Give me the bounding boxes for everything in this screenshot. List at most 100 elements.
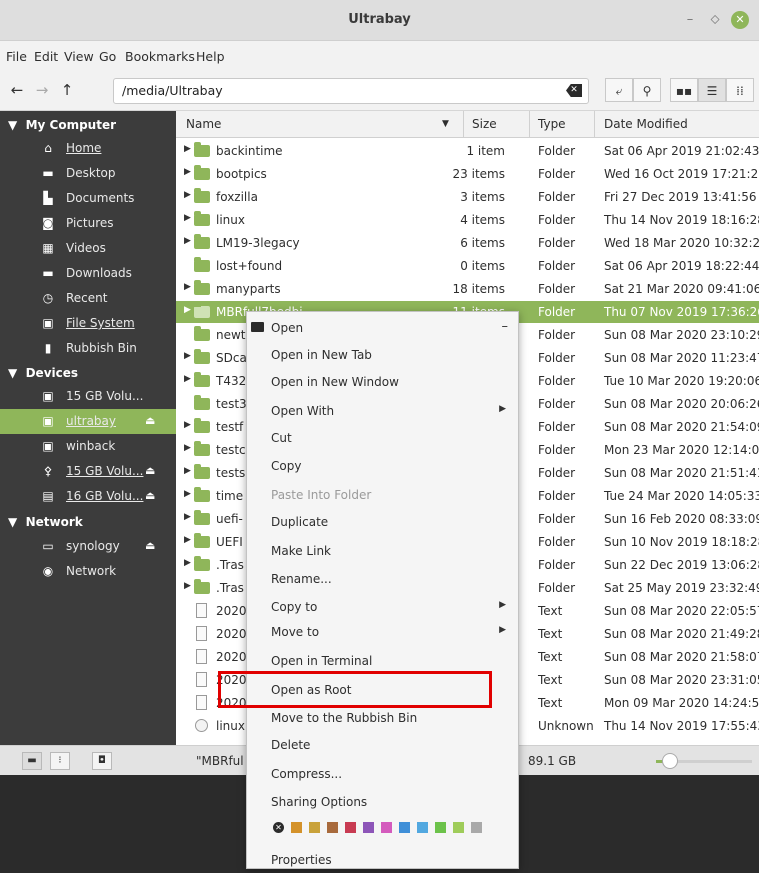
expander-icon[interactable]: ▶	[184, 581, 191, 591]
expander-icon[interactable]: ▶	[184, 351, 191, 361]
sidebar-item-pictures[interactable]: ◙ Pictures	[0, 211, 176, 236]
forward-button[interactable]: →	[31, 79, 53, 101]
color-swatch[interactable]	[309, 822, 320, 833]
table-row[interactable]: ▶ backintime 1 item Folder Sat 06 Apr 2019 2…	[176, 140, 759, 162]
menu-item-properties[interactable]: Properties	[247, 847, 518, 873]
color-swatch[interactable]	[291, 822, 302, 833]
sidebar-item-volume-16gb[interactable]: ▤ 16 GB Volu... ⏏	[0, 484, 176, 509]
sidebar-item-usb-volume-15gb[interactable]: ⚴ 15 GB Volu... ⏏	[0, 459, 176, 484]
column-name[interactable]: Name	[186, 117, 221, 131]
expander-icon[interactable]: ▶	[184, 236, 191, 246]
color-swatch[interactable]	[345, 822, 356, 833]
toggle-location-button[interactable]: ⤶	[605, 78, 633, 102]
color-swatch[interactable]	[453, 822, 464, 833]
icon-view-button[interactable]: ▪▪	[670, 78, 698, 102]
menu-help[interactable]: Help	[196, 49, 225, 64]
eject-icon[interactable]: ⏏	[145, 414, 155, 427]
menu-view[interactable]: View	[64, 49, 94, 64]
title-bar[interactable]: Ultrabay – ⬦ ✕	[0, 0, 759, 41]
column-type[interactable]: Type	[538, 117, 566, 131]
menu-item-open-with[interactable]: Open With ▶	[247, 398, 518, 424]
table-row[interactable]: ▶ manyparts 18 items Folder Sat 21 Mar 2020 …	[176, 278, 759, 300]
table-row[interactable]: ▶ linux 4 items Folder Thu 14 Nov 2019 18:16…	[176, 209, 759, 231]
clear-location-icon[interactable]: ✕	[566, 84, 582, 97]
sidebar-item-downloads[interactable]: ▬ Downloads	[0, 261, 176, 286]
menu-edit[interactable]: Edit	[34, 49, 58, 64]
menu-item-rename[interactable]: Rename...	[247, 566, 518, 592]
sidebar-item-synology[interactable]: ▭ synology ⏏	[0, 534, 176, 559]
minimize-button[interactable]: –	[681, 11, 699, 29]
menu-item-delete[interactable]: Delete	[247, 732, 518, 758]
table-row[interactable]: ▶ bootpics 23 items Folder Wed 16 Oct 2019 1…	[176, 163, 759, 185]
menu-item-open[interactable]: Open –	[247, 315, 518, 341]
column-date-modified[interactable]: Date Modified	[604, 117, 688, 131]
menu-item-open-new-tab[interactable]: Open in New Tab	[247, 342, 518, 368]
sidebar-item-volume-15gb[interactable]: ▣ 15 GB Volu...	[0, 384, 176, 409]
menu-item-copy-to[interactable]: Copy to ▶	[247, 594, 518, 620]
list-view-button[interactable]: ☰	[698, 78, 726, 102]
color-swatch[interactable]	[327, 822, 338, 833]
remove-color-icon[interactable]: ✕	[273, 822, 284, 833]
location-path[interactable]: /media/Ultrabay	[122, 83, 223, 98]
menu-item-cut[interactable]: Cut	[247, 425, 518, 451]
expander-icon[interactable]: ▶	[184, 213, 191, 223]
expander-icon[interactable]: ▶	[184, 489, 191, 499]
expander-icon[interactable]: ▶	[184, 282, 191, 292]
expander-icon[interactable]: ▶	[184, 466, 191, 476]
back-button[interactable]: ←	[6, 79, 28, 101]
column-separator[interactable]	[463, 111, 464, 137]
column-separator[interactable]	[594, 111, 595, 137]
table-row[interactable]: ▶ LM19-3legacy 6 items Folder Wed 18 Mar 202…	[176, 232, 759, 254]
column-separator[interactable]	[529, 111, 530, 137]
color-swatch[interactable]	[435, 822, 446, 833]
expander-icon[interactable]: ▶	[184, 558, 191, 568]
location-bar[interactable]: /media/Ultrabay ✕	[113, 78, 589, 104]
expander-icon[interactable]: ▶	[184, 535, 191, 545]
expander-icon[interactable]: ▶	[184, 512, 191, 522]
zoom-slider-knob[interactable]	[662, 753, 678, 769]
menu-item-make-link[interactable]: Make Link	[247, 538, 518, 564]
sidebar-section-devices[interactable]: ▼ Devices	[8, 366, 78, 380]
column-size[interactable]: Size	[472, 117, 497, 131]
menu-item-copy[interactable]: Copy	[247, 453, 518, 479]
sidebar-item-network[interactable]: ◉ Network	[0, 559, 176, 584]
color-swatch[interactable]	[363, 822, 374, 833]
sidebar-item-home[interactable]: ⌂ Home	[0, 136, 176, 161]
expander-icon[interactable]: ▶	[184, 144, 191, 154]
menu-file[interactable]: File	[6, 49, 27, 64]
sidebar-section-network[interactable]: ▼ Network	[8, 515, 83, 529]
close-button[interactable]: ✕	[731, 11, 749, 29]
eject-icon[interactable]: ⏏	[145, 539, 155, 552]
sidebar-item-desktop[interactable]: ▬ Desktop	[0, 161, 176, 186]
expander-icon[interactable]: ▶	[184, 443, 191, 453]
table-row[interactable]: lost+found 0 items Folder Sat 06 Apr 2019 1…	[176, 255, 759, 277]
menu-item-compress[interactable]: Compress...	[247, 761, 518, 787]
sidebar-item-file-system[interactable]: ▣ File System	[0, 311, 176, 336]
expander-icon[interactable]: ▶	[184, 374, 191, 384]
menu-bookmarks[interactable]: Bookmarks	[125, 49, 195, 64]
menu-item-move-to-rubbish-bin[interactable]: Move to the Rubbish Bin	[247, 705, 518, 731]
expander-icon[interactable]: ▶	[184, 305, 191, 315]
expander-icon[interactable]: ▶	[184, 167, 191, 177]
expander-icon[interactable]: ▶	[184, 190, 191, 200]
menu-go[interactable]: Go	[99, 49, 116, 64]
sidebar-item-videos[interactable]: ▦ Videos	[0, 236, 176, 261]
expander-icon[interactable]: ▶	[184, 420, 191, 430]
menu-item-sharing-options[interactable]: Sharing Options	[247, 789, 518, 815]
compact-view-button[interactable]: ⁞⁞	[726, 78, 754, 102]
sidebar-item-rubbish-bin[interactable]: ▮ Rubbish Bin	[0, 336, 176, 361]
color-swatch[interactable]	[399, 822, 410, 833]
toggle-sidebar-button[interactable]: ◘	[92, 752, 112, 770]
zoom-slider[interactable]	[656, 753, 752, 769]
color-swatch[interactable]	[471, 822, 482, 833]
sidebar-item-ultrabay[interactable]: ▣ ultrabay ⏏	[0, 409, 176, 434]
menu-item-duplicate[interactable]: Duplicate	[247, 509, 518, 535]
sidebar-item-recent[interactable]: ◷ Recent	[0, 286, 176, 311]
maximize-button[interactable]: ⬦	[706, 11, 724, 29]
sidebar-item-documents[interactable]: ▙ Documents	[0, 186, 176, 211]
show-places-button[interactable]: ▬	[22, 752, 42, 770]
sidebar-section-my-computer[interactable]: ▼ My Computer	[8, 118, 116, 132]
menu-item-move-to[interactable]: Move to ▶	[247, 619, 518, 645]
eject-icon[interactable]: ⏏	[145, 464, 155, 477]
sort-descending-icon[interactable]: ▼	[442, 119, 449, 129]
